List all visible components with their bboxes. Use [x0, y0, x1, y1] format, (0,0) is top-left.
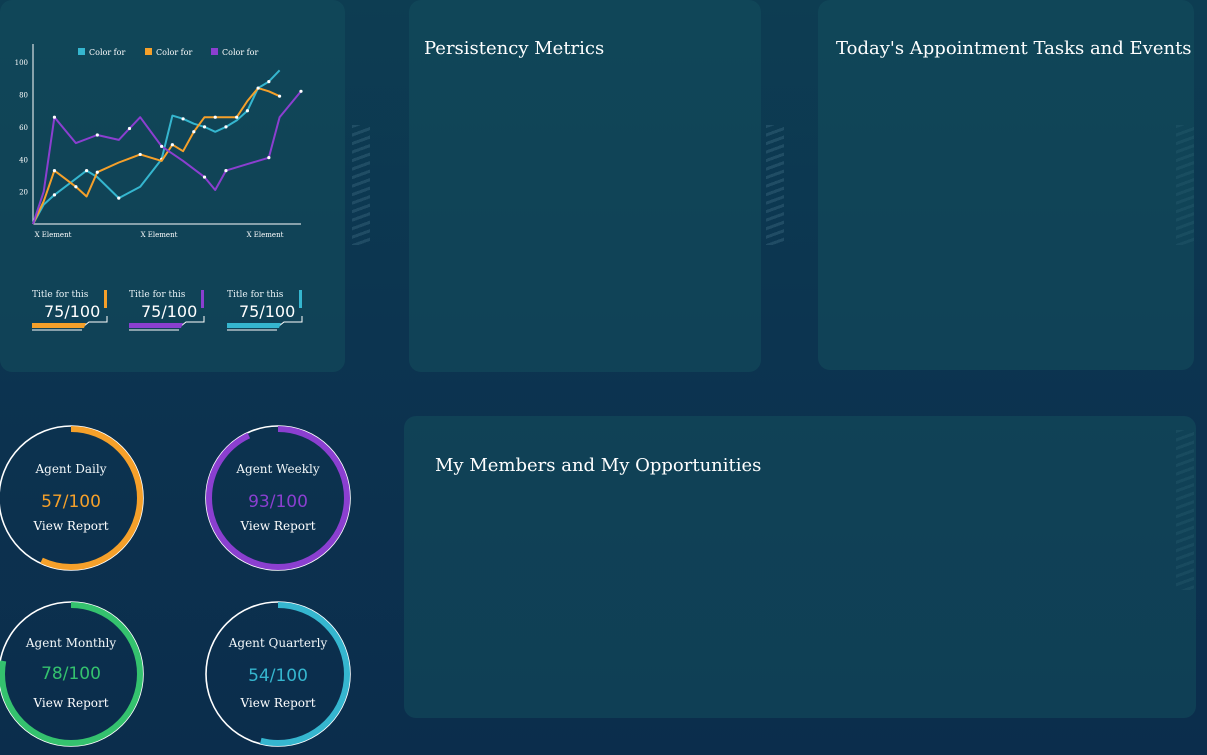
gauge-value: 57/100 — [41, 492, 101, 512]
data-point — [213, 115, 217, 119]
x-tick-label: X Element — [141, 231, 178, 239]
gauge-value: 54/100 — [248, 666, 308, 686]
data-point — [202, 125, 207, 129]
data-point — [170, 143, 174, 147]
series-line — [32, 69, 281, 225]
decor-hatch — [352, 125, 370, 245]
stat-title: Title for this — [32, 290, 89, 300]
series-line — [32, 87, 281, 225]
y-tick-label: 100 — [15, 59, 28, 67]
view-report-link[interactable]: View Report — [202, 696, 354, 710]
legend-label: Color for — [156, 48, 192, 57]
line-chart: 20 40 60 80 100 X Element X Element X Element Co… — [15, 44, 303, 239]
data-point — [117, 196, 121, 200]
persistency-title: Persistency Metrics — [424, 38, 605, 59]
gauge-label: Agent Weekly — [236, 462, 320, 476]
legend-swatch — [78, 48, 85, 55]
stat-value: 75/100 — [44, 302, 101, 321]
chart-panel: 20 40 60 80 100 X Element X Element X Element Co… — [0, 0, 345, 372]
y-tick-label: 20 — [19, 189, 28, 197]
gauge-agent-weekly: Agent Weekly 93/100 View Report — [202, 422, 354, 574]
data-point — [127, 126, 132, 131]
data-point — [277, 94, 282, 98]
data-point — [299, 89, 303, 93]
data-point — [267, 156, 271, 160]
data-point — [181, 117, 185, 121]
stat-card: Title for this 75/100 — [227, 290, 307, 336]
data-point — [52, 169, 57, 173]
data-point — [256, 86, 260, 90]
x-tick-label: X Element — [35, 231, 72, 239]
data-point — [202, 175, 207, 179]
data-point — [192, 130, 196, 134]
data-point — [74, 185, 78, 189]
legend-swatch — [211, 48, 218, 55]
data-point — [95, 133, 99, 137]
gauge-label: Agent Quarterly — [228, 636, 328, 650]
data-point — [245, 109, 249, 113]
x-tick-label: X Element — [247, 231, 284, 239]
gauge-label: Agent Monthly — [25, 636, 117, 650]
view-report-link[interactable]: View Report — [202, 519, 354, 533]
data-point — [224, 125, 228, 129]
data-point — [267, 80, 271, 84]
view-report-link[interactable]: View Report — [0, 519, 147, 533]
gauge-label: Agent Daily — [35, 462, 107, 476]
y-tick-label: 60 — [19, 124, 28, 132]
data-point — [138, 152, 142, 157]
gauge-value: 78/100 — [41, 664, 101, 684]
members-panel: My Members and My Opportunities — [404, 416, 1196, 718]
data-point — [224, 169, 228, 173]
legend-label: Color for — [222, 48, 258, 57]
data-point — [52, 193, 57, 197]
stat-value: 75/100 — [141, 302, 198, 321]
y-tick-label: 80 — [19, 92, 28, 100]
view-report-link[interactable]: View Report — [0, 696, 147, 710]
gauge-agent-quarterly: Agent Quarterly 54/100 View Report — [202, 598, 354, 750]
data-point — [52, 115, 57, 119]
gauge-agent-daily: Agent Daily 57/100 View Report — [0, 422, 147, 574]
gauge-agent-monthly: Agent Monthly 78/100 View Report — [0, 598, 147, 750]
stat-title: Title for this — [129, 290, 186, 300]
stat-card: Title for this 75/100 — [129, 290, 209, 336]
members-title: My Members and My Opportunities — [435, 455, 762, 476]
y-tick-label: 40 — [19, 156, 28, 164]
legend-swatch — [145, 48, 152, 55]
data-point — [95, 170, 99, 174]
persistency-panel: Persistency Metrics — [409, 0, 761, 372]
data-point — [160, 144, 164, 148]
legend-label: Color for — [89, 48, 125, 57]
decor-hatch — [766, 125, 784, 245]
stat-value: 75/100 — [239, 302, 296, 321]
data-point — [85, 169, 89, 173]
appointments-title: Today's Appointment Tasks and Events — [836, 38, 1192, 59]
appointments-panel: Today's Appointment Tasks and Events — [818, 0, 1194, 370]
series-line — [32, 90, 302, 225]
stat-card: Title for this 75/100 — [32, 290, 112, 336]
gauge-value: 93/100 — [248, 492, 308, 512]
data-point — [235, 115, 239, 119]
stat-title: Title for this — [227, 290, 284, 300]
